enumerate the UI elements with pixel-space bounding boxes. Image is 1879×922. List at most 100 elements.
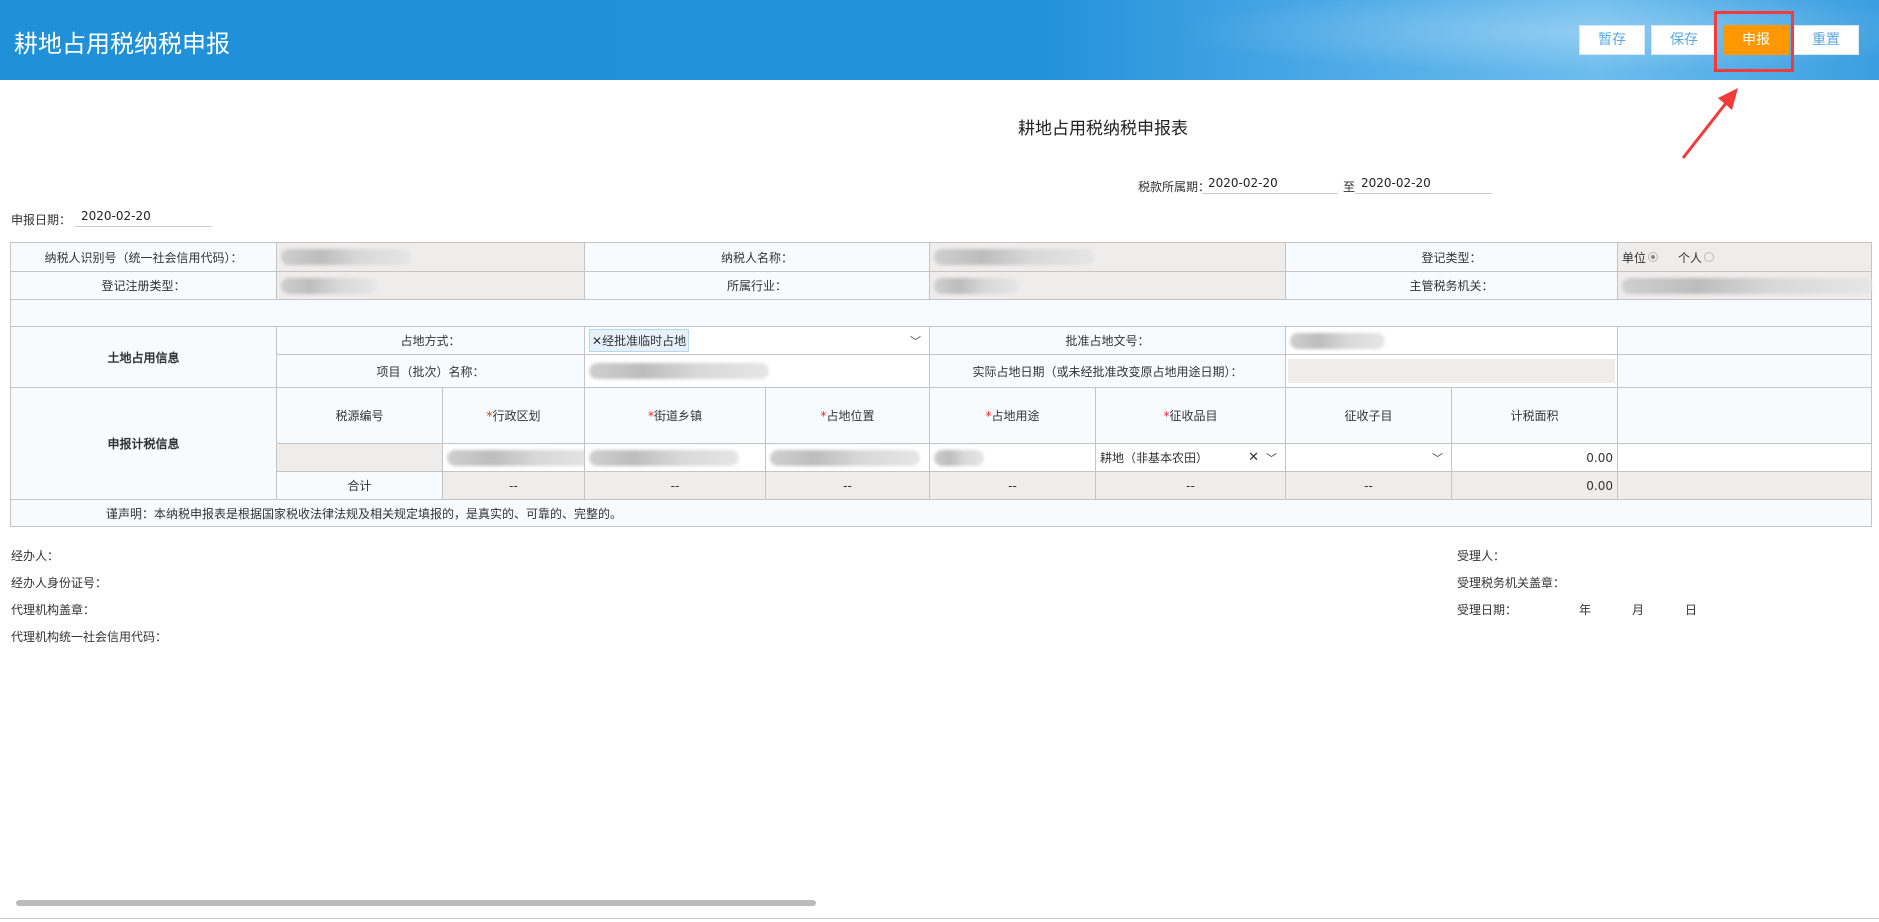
- approval-doc-input[interactable]: [1285, 326, 1618, 355]
- total-label-text: 合计: [347, 479, 372, 493]
- redacted-value: [934, 249, 1094, 265]
- taxpayer-id-label: 纳税人识别号（统一社会信用代码）：: [10, 242, 277, 272]
- radio-person[interactable]: [1704, 252, 1715, 262]
- blank-cell: [1617, 326, 1872, 355]
- declare-date-label: 申报日期：: [11, 213, 72, 227]
- redacted-value: [770, 449, 920, 466]
- spacer-row: [10, 299, 1872, 327]
- footer-month: 月: [1632, 603, 1645, 617]
- project-name-label-text: 项目（批次）名称：: [376, 364, 485, 379]
- reset-button[interactable]: 重置: [1793, 25, 1859, 55]
- total-dash: --: [1285, 471, 1452, 500]
- column-header-text: 税源编号: [335, 409, 384, 423]
- actual-date-input[interactable]: [1285, 354, 1618, 388]
- chevron-down-icon[interactable]: ﹀: [1432, 450, 1443, 466]
- column-header-text: 计税面积: [1510, 409, 1559, 423]
- total-label: 合计: [276, 471, 443, 500]
- row-input[interactable]: [929, 443, 1096, 472]
- footer-receiver-seal: 受理税务机关盖章：: [1457, 576, 1566, 590]
- total-dash-text: --: [1008, 478, 1017, 493]
- land-section-label: 土地占用信息: [10, 326, 277, 388]
- column-header-text: 占地用途: [991, 409, 1040, 423]
- levy-item-select[interactable]: 耕地（非基本农田） ✕ ﹀: [1095, 443, 1286, 472]
- tax-authority-value: [1617, 271, 1872, 300]
- column-header-text: 征收子目: [1344, 409, 1393, 423]
- row-input[interactable]: [442, 443, 597, 472]
- calc-section-label: 申报计税信息: [10, 387, 277, 500]
- industry-label: 所属行业：: [584, 271, 930, 300]
- occupy-mode-label-text: 占地方式：: [400, 334, 461, 348]
- footer-receiver: 受理人：: [1457, 549, 1506, 563]
- blank-cell: [1617, 354, 1872, 388]
- total-dash-text: --: [1364, 478, 1373, 493]
- taxpayer-id-value: [276, 242, 585, 272]
- period-to-input[interactable]: 2020-02-20: [1355, 174, 1492, 194]
- tag-text: 经批准临时占地: [602, 334, 687, 348]
- tax-authority-label: 主管税务机关：: [1285, 271, 1618, 300]
- reg-register-type-label: 登记注册类型：: [10, 271, 277, 300]
- levy-item-text: 耕地（非基本农田）: [1100, 451, 1209, 465]
- temp-save-button[interactable]: 暂存: [1579, 25, 1645, 55]
- project-name-input[interactable]: [584, 354, 930, 388]
- actual-date-label-text: 实际占地日期（或未经批准改变原占地用途日期）：: [972, 364, 1243, 379]
- redacted-value: [281, 249, 411, 265]
- footer-year: 年: [1579, 603, 1592, 617]
- column-header: 税源编号: [276, 387, 443, 444]
- total-dash: --: [1095, 471, 1286, 500]
- footer-agency-code: 代理机构统一社会信用代码：: [11, 630, 168, 644]
- approval-doc-label-text: 批准占地文号：: [1065, 334, 1150, 348]
- total-dash-text: --: [843, 478, 852, 493]
- column-header: * 占地用途: [929, 387, 1096, 444]
- column-header: 计税面积: [1451, 387, 1618, 444]
- date-field[interactable]: [1288, 359, 1615, 383]
- taxpayer-name-value: [929, 242, 1286, 272]
- footer-day: 日: [1685, 603, 1698, 617]
- taxpayer-id-label-text: 纳税人识别号（统一社会信用代码）：: [44, 250, 243, 265]
- redacted-value: [1622, 277, 1872, 294]
- total-area-text: 0.00: [1586, 478, 1613, 493]
- tax-source-id-input[interactable]: [276, 443, 443, 472]
- app-title: 耕地占用税纳税申报: [14, 30, 230, 58]
- tag-remove-icon[interactable]: ✕: [592, 334, 602, 348]
- blank-cell: [1617, 471, 1872, 500]
- total-area: 0.00: [1451, 471, 1618, 500]
- radio-unit[interactable]: [1648, 252, 1659, 262]
- redacted-value: [934, 449, 984, 466]
- levy-subitem-select[interactable]: ﹀: [1285, 443, 1452, 472]
- row-input[interactable]: [765, 443, 930, 472]
- horizontal-scrollbar[interactable]: [16, 900, 816, 906]
- total-dash: --: [442, 471, 585, 500]
- occupy-mode-label: 占地方式：: [276, 326, 585, 355]
- chevron-down-icon[interactable]: ﹀: [910, 333, 921, 349]
- declare-date-input[interactable]: 2020-02-20: [75, 207, 212, 227]
- taxpayer-name-label: 纳税人名称：: [584, 242, 930, 272]
- total-dash-text: --: [1186, 478, 1195, 493]
- row-input[interactable]: [584, 443, 766, 472]
- blank-cell: [1617, 443, 1872, 472]
- chevron-down-icon[interactable]: ﹀: [1266, 450, 1277, 466]
- period-label: 税款所属期：: [1138, 180, 1211, 194]
- form-title: 耕地占用税纳税申报表: [1018, 119, 1188, 139]
- clear-icon[interactable]: ✕: [1248, 450, 1259, 465]
- occupy-mode-select[interactable]: ✕经批准临时占地 ﹀: [584, 326, 930, 355]
- taxable-area-input-text: 0.00: [1586, 450, 1613, 465]
- footer-agent-id: 经办人身份证号：: [11, 576, 108, 590]
- declaration-statement-text: 谨声明：本纳税申报表是根据国家税收法律法规及相关规定填报的，是真实的、可靠的、完…: [106, 506, 623, 521]
- column-header: * 行政区划: [442, 387, 585, 444]
- selected-tag[interactable]: ✕经批准临时占地: [589, 329, 690, 352]
- taxable-area-input[interactable]: 0.00: [1451, 443, 1618, 472]
- total-dash-text: --: [509, 478, 518, 493]
- footer-agent: 经办人：: [11, 549, 60, 563]
- radio-unit-label: 单位: [1622, 250, 1647, 265]
- save-button[interactable]: 保存: [1651, 25, 1717, 55]
- redacted-value: [1290, 332, 1385, 349]
- redacted-value: [589, 449, 739, 466]
- calc-section-label-text: 申报计税信息: [107, 437, 180, 451]
- period-to-label: 至: [1343, 180, 1356, 194]
- column-header: 征收子目: [1285, 387, 1452, 444]
- industry-value: [929, 271, 1286, 300]
- industry-label-text: 所属行业：: [726, 279, 787, 293]
- total-dash: --: [765, 471, 930, 500]
- footer-receive-date: 受理日期：: [1457, 603, 1518, 617]
- period-from-input[interactable]: 2020-02-20: [1202, 174, 1338, 194]
